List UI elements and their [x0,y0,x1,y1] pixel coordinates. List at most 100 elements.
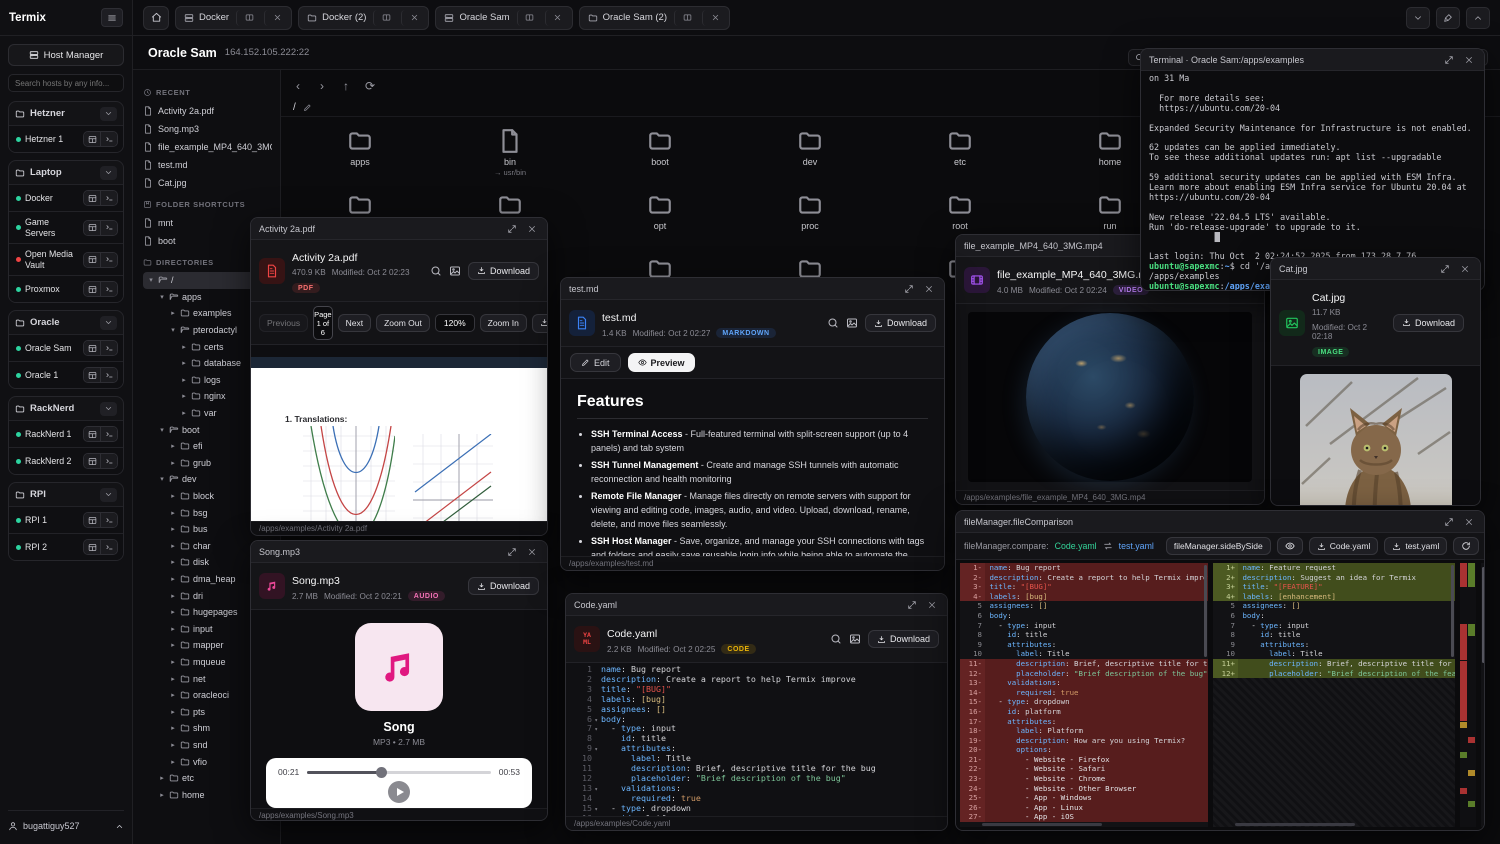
chevron-right-icon[interactable]: ▸ [169,525,177,533]
chevron-right-icon[interactable]: ▸ [169,575,177,583]
collapse-button[interactable] [1406,7,1430,29]
chevron-down-icon[interactable]: ▾ [147,276,155,284]
search-in-file-icon[interactable] [830,633,842,645]
search-in-file-icon[interactable] [430,265,442,277]
split-tab-button[interactable] [674,10,695,26]
chevron-right-icon[interactable]: ▸ [169,542,177,550]
toggle-view-button[interactable] [1277,537,1303,555]
refresh-comparison-button[interactable] [1453,537,1479,555]
expand-window-button[interactable] [905,598,919,612]
host-item[interactable]: RPI 1 [9,506,123,533]
chevron-right-icon[interactable]: ▸ [169,641,177,649]
pane-hscrollbar[interactable] [1235,823,1355,826]
preview-tab[interactable]: Preview [628,353,695,372]
open-terminal-button[interactable] [100,540,117,554]
diff-minimap[interactable] [1460,563,1476,827]
window-titlebar[interactable]: Activity 2a.pdf [251,218,547,240]
open-terminal-button[interactable] [100,341,117,355]
file-grid-item[interactable]: etc [885,122,1035,186]
chevron-right-icon[interactable]: ▸ [169,658,177,666]
swap-icon[interactable] [1103,541,1113,551]
recent-file-item[interactable]: Song.mp3 [143,120,272,138]
collapse-group-button[interactable] [100,316,117,330]
chevron-right-icon[interactable]: ▸ [169,309,177,317]
collapse-group-button[interactable] [100,488,117,502]
split-tab-button[interactable] [517,10,538,26]
nav-forward-button[interactable]: › [315,79,329,93]
expand-button[interactable] [1466,7,1490,29]
download-button[interactable]: Download [468,262,539,280]
open-terminal-button[interactable] [100,427,117,441]
session-tab[interactable]: Oracle Sam (2) [579,6,730,30]
chevron-right-icon[interactable]: ▸ [169,459,177,467]
chevron-down-icon[interactable]: ▾ [169,326,177,334]
open-file-manager-button[interactable] [84,253,100,267]
chevron-right-icon[interactable]: ▸ [169,608,177,616]
session-tab[interactable]: Docker (2) [298,6,429,30]
recent-file-item[interactable]: test.md [143,156,272,174]
recent-file-item[interactable]: Activity 2a.pdf [143,102,272,120]
close-window-button[interactable] [525,545,539,559]
appearance-button[interactable] [1436,7,1460,29]
window-titlebar[interactable]: test.md [561,278,944,300]
preview-icon[interactable] [449,265,461,277]
compare-left-file[interactable]: Code.yaml [1055,541,1097,551]
host-group-header[interactable]: RPI [9,483,123,506]
expand-window-button[interactable] [902,282,916,296]
pane-hscrollbar[interactable] [982,823,1102,826]
download-button[interactable]: Download [1393,314,1464,332]
close-window-button[interactable] [922,282,936,296]
open-terminal-button[interactable] [100,221,117,235]
chevron-right-icon[interactable]: ▸ [158,774,166,782]
chevron-right-icon[interactable]: ▸ [169,492,177,500]
open-file-manager-button[interactable] [84,368,100,382]
session-tab[interactable]: Docker [175,6,292,30]
nav-back-button[interactable]: ‹ [291,79,305,93]
file-grid-item[interactable]: boot [585,122,735,186]
collapse-group-button[interactable] [100,402,117,416]
host-item[interactable]: Hetzner 1 [9,125,123,152]
expand-window-button[interactable] [505,545,519,559]
chevron-right-icon[interactable]: ▸ [169,509,177,517]
open-file-manager-button[interactable] [84,282,100,296]
session-tab[interactable]: Oracle Sam [435,6,572,30]
host-item[interactable]: Docker [9,184,123,211]
edit-path-icon[interactable] [303,103,312,112]
chevron-right-icon[interactable]: ▸ [169,708,177,716]
download-page-button[interactable]: Dow [532,314,548,333]
diff-pane-right[interactable]: 1+ name: Feature request 2+ description:… [1213,563,1455,827]
chevron-right-icon[interactable]: ▸ [169,675,177,683]
chevron-right-icon[interactable]: ▸ [180,392,188,400]
chevron-right-icon[interactable]: ▸ [169,442,177,450]
chevron-right-icon[interactable]: ▸ [169,724,177,732]
close-window-button[interactable] [1462,515,1476,529]
pane-scrollbar[interactable] [1204,565,1207,657]
chevron-right-icon[interactable]: ▸ [169,758,177,766]
window-titlebar[interactable]: Code.yaml [566,594,947,616]
open-file-manager-button[interactable] [84,427,100,441]
expand-window-button[interactable] [1438,262,1452,276]
chevron-right-icon[interactable]: ▸ [180,359,188,367]
close-tab-button[interactable] [545,10,566,26]
expand-window-button[interactable] [1442,53,1456,67]
chevron-right-icon[interactable]: ▸ [180,409,188,417]
refresh-button[interactable]: ⟳ [363,79,377,93]
next-page-button[interactable]: Next [338,314,371,332]
chevron-right-icon[interactable]: ▸ [169,558,177,566]
split-tab-button[interactable] [373,10,394,26]
host-item[interactable]: RackNerd 2 [9,447,123,474]
zoom-out-button[interactable]: Zoom Out [376,314,430,332]
host-group-header[interactable]: Hetzner [9,102,123,125]
home-tab-button[interactable] [143,6,169,30]
open-file-manager-button[interactable] [84,191,100,205]
chevron-right-icon[interactable]: ▸ [169,592,177,600]
close-tab-button[interactable] [702,10,723,26]
collapse-group-button[interactable] [100,166,117,180]
image-content[interactable] [1271,366,1480,506]
previous-page-button[interactable]: Previous [259,314,308,332]
compare-right-file[interactable]: test.yaml [1119,541,1154,551]
open-file-manager-button[interactable] [84,132,100,146]
breadcrumb-path[interactable]: / [293,102,296,113]
download-right-button[interactable]: test.yaml [1384,537,1447,555]
open-file-manager-button[interactable] [84,513,100,527]
